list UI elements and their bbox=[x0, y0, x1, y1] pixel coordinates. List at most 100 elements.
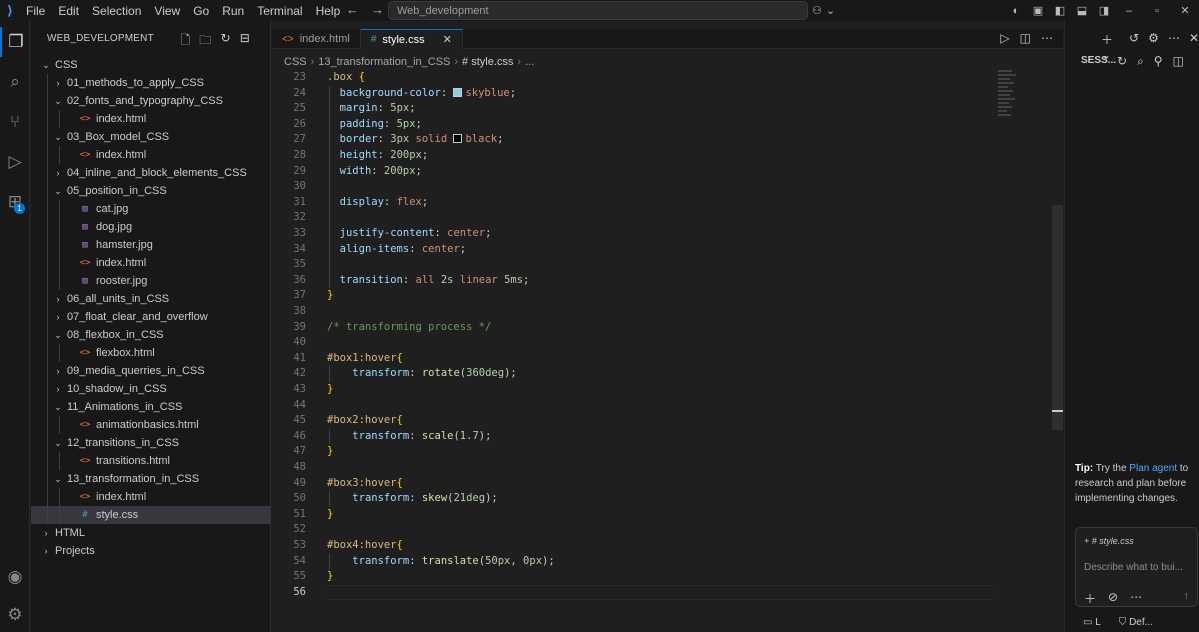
file-item[interactable]: ▨ hamster.jpg bbox=[31, 236, 271, 254]
tab-style-css[interactable]: # style.css ✕ bbox=[360, 29, 463, 49]
run-icon[interactable]: ▷ bbox=[1000, 31, 1009, 45]
editor-scrollbar[interactable] bbox=[1052, 205, 1063, 430]
menu-item-file[interactable]: File bbox=[26, 4, 45, 18]
file-item[interactable]: <> flexbox.html bbox=[31, 344, 271, 362]
toggle-panel-icon[interactable]: ⬓ bbox=[1071, 4, 1093, 17]
folder-item[interactable]: › 01_methods_to_apply_CSS bbox=[31, 74, 271, 92]
tree-item-label: flexbox.html bbox=[96, 347, 155, 359]
code-editor[interactable]: 23 .box {24 background-color: skyblue; 25 … bbox=[272, 70, 1052, 610]
explorer-icon[interactable]: ❐ bbox=[0, 27, 30, 57]
toggle-sidebar-icon[interactable]: ◧ bbox=[1049, 4, 1071, 17]
folder-item[interactable]: ⌄ 03_Box_model_CSS bbox=[31, 128, 271, 146]
run-debug-icon[interactable]: ▷ bbox=[0, 147, 30, 177]
file-item[interactable]: ▨ rooster.jpg bbox=[31, 272, 271, 290]
settings-gear-icon[interactable]: ⚙ bbox=[0, 600, 30, 630]
tree-item-label: 04_inline_and_block_elements_CSS bbox=[67, 167, 247, 179]
send-icon[interactable]: ↑ bbox=[1184, 590, 1190, 602]
html-file-icon: <> bbox=[79, 348, 91, 358]
back-arrow-icon[interactable]: ← bbox=[346, 2, 359, 17]
forward-arrow-icon[interactable]: → bbox=[371, 2, 384, 17]
command-center-search[interactable]: Web_development bbox=[388, 1, 808, 20]
minimap[interactable] bbox=[998, 70, 1018, 120]
menu-item-run[interactable]: Run bbox=[222, 4, 244, 18]
activity-bar: ❐ ⌕ ⑂ ▷ ⊞ 1 ◉ ⚙ bbox=[0, 21, 30, 632]
extensions-icon[interactable]: ⊞ 1 bbox=[0, 187, 30, 217]
model-picker[interactable]: ⛉ Def... bbox=[1119, 617, 1153, 628]
chat-more-icon[interactable]: ⋯ bbox=[1130, 590, 1142, 607]
plan-agent-link[interactable]: Plan agent bbox=[1129, 463, 1177, 474]
folder-item[interactable]: ⌄ 08_flexbox_in_CSS bbox=[31, 326, 271, 344]
folder-item[interactable]: › 06_all_units_in_CSS bbox=[31, 290, 271, 308]
line-number: 54 bbox=[293, 554, 306, 567]
folder-item[interactable]: ⌄ 11_Animations_in_CSS bbox=[31, 398, 271, 416]
file-item[interactable]: ▨ dog.jpg bbox=[31, 218, 271, 236]
source-control-icon[interactable]: ⑂ bbox=[0, 107, 30, 137]
menu-item-terminal[interactable]: Terminal bbox=[257, 4, 302, 18]
filter-icon[interactable]: ⚲ bbox=[1154, 54, 1163, 69]
add-context-icon[interactable]: ＋ bbox=[1084, 590, 1096, 607]
breadcrumb-item[interactable]: CSS bbox=[284, 56, 307, 68]
file-item[interactable]: <> index.html bbox=[31, 254, 271, 272]
folder-item[interactable]: › HTML bbox=[31, 524, 271, 542]
layout-toggle-icon[interactable]: ◫ bbox=[1173, 54, 1184, 69]
file-item[interactable]: # style.css bbox=[31, 506, 271, 524]
file-item[interactable]: <> index.html bbox=[31, 488, 271, 506]
minimize-icon[interactable]: – bbox=[1115, 5, 1143, 17]
new-folder-icon[interactable]: 🗀 bbox=[199, 31, 211, 52]
refresh-icon[interactable]: ↻ bbox=[220, 31, 230, 52]
file-item[interactable]: <> animationbasics.html bbox=[31, 416, 271, 434]
breadcrumb-item[interactable]: # style.css bbox=[462, 56, 513, 68]
new-file-icon[interactable]: 🗋 bbox=[180, 31, 190, 52]
account-icon[interactable]: ◉ bbox=[0, 562, 30, 592]
menu-item-edit[interactable]: Edit bbox=[58, 4, 79, 18]
menu-item-selection[interactable]: Selection bbox=[92, 4, 141, 18]
refresh-sessions-icon[interactable]: ↻ bbox=[1117, 54, 1127, 69]
file-item[interactable]: <> index.html bbox=[31, 146, 271, 164]
search-icon[interactable]: ⌕ bbox=[0, 67, 30, 97]
code-token: padding bbox=[339, 117, 384, 130]
context-chip[interactable]: + # style.css bbox=[1084, 536, 1134, 546]
folder-item[interactable]: › 09_media_querries_in_CSS bbox=[31, 362, 271, 380]
close-tab-icon[interactable]: ✕ bbox=[443, 33, 452, 46]
mode-picker[interactable]: ▭ L bbox=[1083, 617, 1101, 628]
folder-item[interactable]: › 07_float_clear_and_overflow bbox=[31, 308, 271, 326]
tab-index-html[interactable]: <> index.html bbox=[272, 29, 361, 49]
breadcrumb-item[interactable]: ... bbox=[525, 56, 534, 68]
folder-item[interactable]: ⌄ 13_transformation_in_CSS bbox=[31, 470, 271, 488]
chat-input-box[interactable]: + # style.css Describe what to bui... ＋ … bbox=[1075, 527, 1198, 607]
menu-item-help[interactable]: Help bbox=[316, 4, 341, 18]
close-window-icon[interactable]: ✕ bbox=[1171, 4, 1199, 17]
restore-icon[interactable]: ▫ bbox=[1143, 5, 1171, 17]
color-swatch-icon[interactable] bbox=[453, 134, 463, 144]
code-line: 46 transform: scale(1.7); bbox=[272, 429, 1052, 445]
indent-guide bbox=[47, 128, 48, 146]
split-editor-icon[interactable]: ◫ bbox=[1020, 31, 1031, 45]
layout-icon[interactable]: ▣ bbox=[1027, 4, 1049, 17]
accounts-icon[interactable]: ◐ bbox=[1005, 5, 1027, 17]
toggle-secondary-sidebar-icon[interactable]: ◨ bbox=[1093, 4, 1115, 17]
html-file-icon: <> bbox=[282, 33, 294, 45]
tools-icon[interactable]: ⊘ bbox=[1108, 590, 1118, 607]
folder-item[interactable]: ⌄ 05_position_in_CSS bbox=[31, 182, 271, 200]
code-line: 27 border: 3px solid black; bbox=[272, 132, 1052, 148]
menu-item-go[interactable]: Go bbox=[193, 4, 209, 18]
file-item[interactable]: <> index.html bbox=[31, 110, 271, 128]
color-swatch-icon[interactable] bbox=[453, 87, 463, 97]
folder-item[interactable]: ⌄ CSS bbox=[31, 56, 271, 74]
close-panel-icon[interactable]: ✕ bbox=[1189, 31, 1199, 62]
folder-item[interactable]: ⌄ 12_transitions_in_CSS bbox=[31, 434, 271, 452]
menu-item-view[interactable]: View bbox=[154, 4, 180, 18]
breadcrumb-item[interactable]: 13_transformation_in_CSS bbox=[318, 56, 450, 68]
file-item[interactable]: <> transitions.html bbox=[31, 452, 271, 470]
folder-item[interactable]: › 10_shadow_in_CSS bbox=[31, 380, 271, 398]
chat-input[interactable]: Describe what to bui... bbox=[1084, 562, 1194, 573]
folder-item[interactable]: › 04_inline_and_block_elements_CSS bbox=[31, 164, 271, 182]
folder-item[interactable]: › Projects bbox=[31, 542, 271, 560]
search-sessions-icon[interactable]: ⌕ bbox=[1137, 54, 1144, 69]
collapse-all-icon[interactable]: ⊟ bbox=[240, 31, 250, 52]
code-token: #box1:hover bbox=[327, 351, 397, 364]
file-item[interactable]: ▨ cat.jpg bbox=[31, 200, 271, 218]
folder-item[interactable]: ⌄ 02_fonts_and_typography_CSS bbox=[31, 92, 271, 110]
copilot-button[interactable]: ⚇ ⌄ bbox=[812, 1, 848, 20]
more-actions-icon[interactable]: ⋯ bbox=[1041, 31, 1053, 45]
